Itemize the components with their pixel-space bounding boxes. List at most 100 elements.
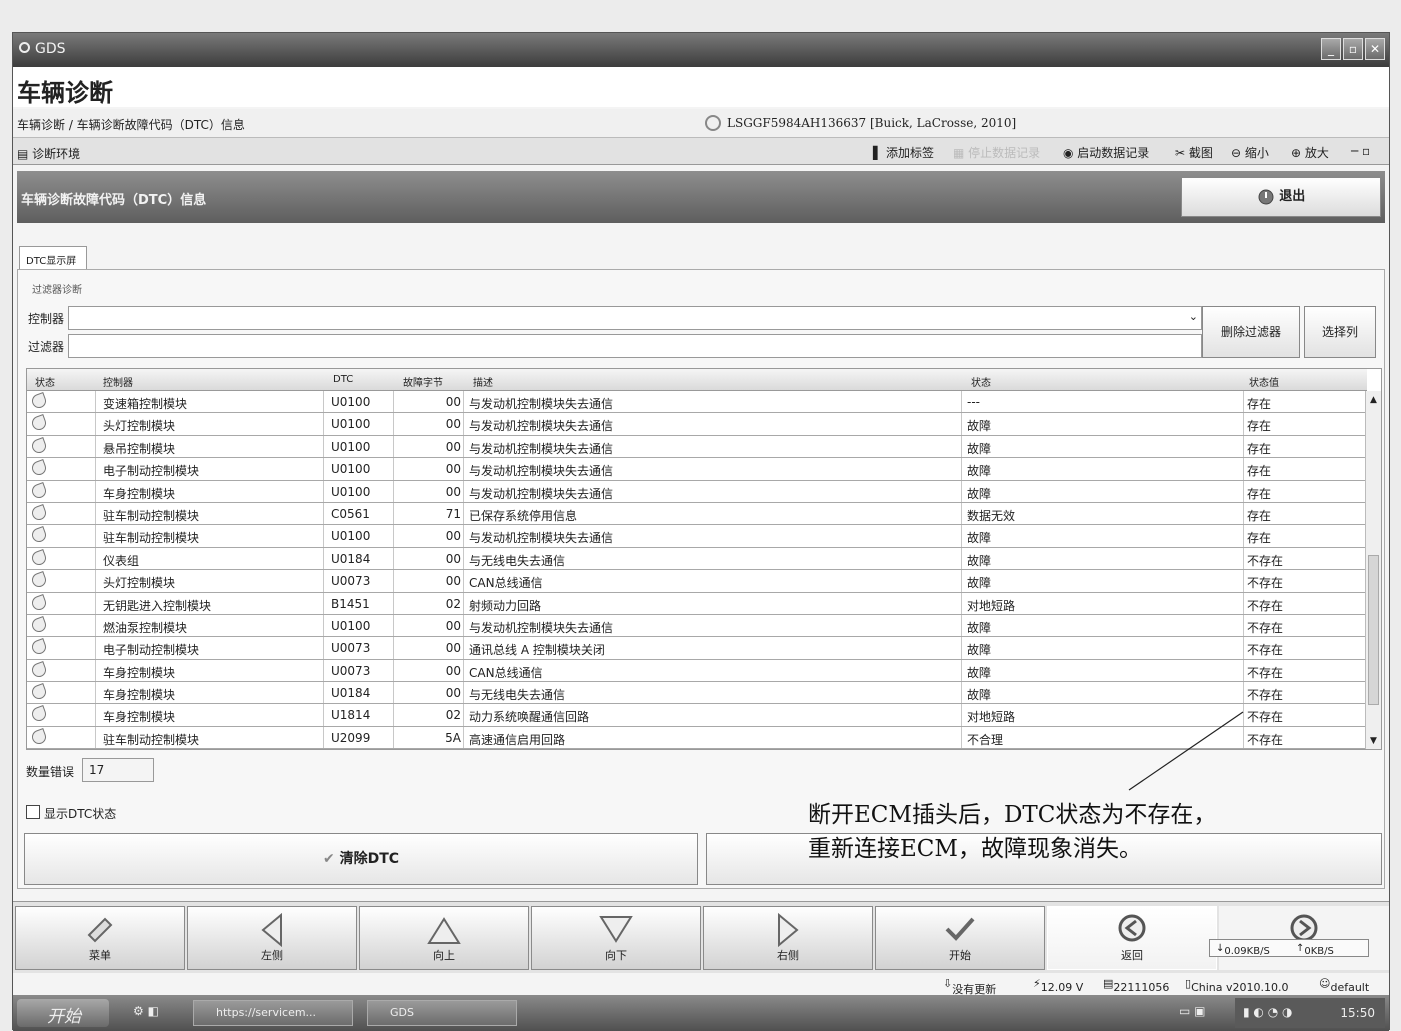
cell-byte: 02	[445, 708, 461, 723]
cell-byte: 00	[445, 551, 461, 566]
table-row[interactable]: 车身控制模块 U0100 00 与发动机控制模块失去通信 故障 存在	[27, 481, 1367, 503]
menu-button[interactable]: 菜单	[15, 906, 185, 970]
close-button[interactable]: ✕	[1365, 38, 1385, 60]
filter-input[interactable]	[68, 334, 1202, 358]
dtc-status-icon	[30, 526, 48, 545]
cell-state: 不存在	[1247, 732, 1284, 747]
tray-icons[interactable]: ▮ ◐ ◔ ◑	[1243, 1005, 1292, 1019]
table-row[interactable]: 电子制动控制模块 U0100 00 与发动机控制模块失去通信 故障 存在	[27, 458, 1367, 481]
stop-record-button[interactable]: ▦ 停止数据记录	[953, 144, 1040, 161]
dtc-status-icon	[30, 436, 48, 455]
screenshot-button[interactable]: ✂ 截图	[1175, 144, 1213, 161]
cell-controller: 驻车制动控制模块	[103, 531, 200, 546]
table-row[interactable]: 无钥匙进入控制模块 B1451 02 射频动力回路 对地短路 不存在	[27, 593, 1367, 615]
down-button[interactable]: 向下	[531, 906, 701, 970]
cell-controller: 车身控制模块	[103, 665, 176, 680]
table-row[interactable]: 燃油泵控制模块 U0100 00 与发动机控制模块失去通信 故障 不存在	[27, 615, 1367, 638]
exit-button[interactable]: 退出	[1181, 177, 1381, 217]
taskbar-gds[interactable]: GDS	[367, 1000, 517, 1026]
table-scrollbar[interactable]: ▲ ▼	[1365, 391, 1381, 749]
tab-dtc-display[interactable]: DTC显示屏	[19, 246, 87, 270]
cell-state: 存在	[1247, 397, 1272, 411]
cell-controller: 燃油泵控制模块	[103, 620, 188, 635]
tab-diagnostic-environment[interactable]: ▤ 诊断环境	[17, 145, 80, 162]
add-tag-button[interactable]: ▌ 添加标签	[873, 144, 934, 161]
zoom-in-button[interactable]: ⊕ 放大	[1291, 144, 1329, 161]
back-button[interactable]: 返回	[1047, 906, 1217, 970]
col-status[interactable]: 状态	[35, 374, 55, 389]
cell-dtc: U0100	[331, 618, 371, 633]
download-speed: ↓ 0.09KB/S	[1216, 943, 1270, 957]
dtc-status-icon	[30, 705, 48, 724]
select-columns-button[interactable]: 选择列	[1304, 306, 1376, 358]
dtc-status-icon	[30, 615, 48, 634]
cell-desc: 与无线电失去通信	[469, 688, 566, 703]
left-button[interactable]: 左侧	[187, 906, 357, 970]
minimize-button[interactable]: _	[1321, 38, 1341, 60]
table-row[interactable]: 驻车制动控制模块 U0100 00 与发动机控制模块失去通信 故障 存在	[27, 525, 1367, 548]
right-button[interactable]: 右侧	[703, 906, 873, 970]
table-row[interactable]: 仪表组 U0184 00 与无线电失去通信 故障 不存在	[27, 548, 1367, 571]
clear-filter-button[interactable]: 删除过滤器	[1202, 306, 1300, 358]
table-row[interactable]: 驻车制动控制模块 C0561 71 已保存系统停用信息 数据无效 存在	[27, 503, 1367, 526]
dtc-table: 状态 控制器 DTC 故障字节 描述 状态 状态值 变速箱控制模块 U0100 00…	[26, 368, 1382, 750]
cell-dtc: U0073	[331, 574, 371, 589]
controller-select[interactable]: ⌄	[68, 306, 1202, 330]
clear-dtc-button[interactable]: ✔ 清除DTC	[24, 833, 698, 885]
count-value: 17	[82, 758, 154, 782]
table-row[interactable]: 车身控制模块 U0073 00 CAN总线通信 故障 不存在	[27, 660, 1367, 683]
version-status: ▯ China v2010.10.0	[1185, 977, 1289, 994]
annotation-text: 断开ECM插头后，DTC状态为不存在， 重新连接ECM，故障现象消失。	[808, 798, 1216, 866]
cell-state: 不存在	[1247, 620, 1284, 635]
col-symptom[interactable]: 状态	[971, 374, 991, 389]
section-header: 车辆诊断故障代码（DTC）信息 退出	[17, 171, 1385, 223]
exit-label: 退出	[1279, 189, 1306, 204]
keyboard-icon[interactable]: ▭ ▣	[1179, 1004, 1206, 1018]
scroll-up-icon[interactable]: ▲	[1366, 395, 1381, 405]
next-button[interactable]	[1219, 906, 1389, 970]
chevron-down-icon[interactable]: ⌄	[1189, 310, 1198, 323]
maximize-button[interactable]: ▫	[1343, 38, 1363, 60]
quicklaunch-icon[interactable]: ⚙ ◧	[133, 1004, 159, 1018]
table-row[interactable]: 车身控制模块 U0184 00 与无线电失去通信 故障 不存在	[27, 682, 1367, 705]
table-row[interactable]: 悬吊控制模块 U0100 00 与发动机控制模块失去通信 故障 存在	[27, 436, 1367, 459]
cell-dtc: U0100	[331, 395, 371, 409]
status-bar: ⇩ 没有更新 ⚡ 12.09 V ▤ 22111056 ▯ China v201…	[13, 973, 1389, 996]
arrow-left-icon	[261, 912, 282, 948]
col-description[interactable]: 描述	[473, 374, 493, 389]
start-record-button[interactable]: ◉ 启动数据记录	[1063, 144, 1149, 161]
col-status-value[interactable]: 状态值	[1249, 374, 1279, 389]
table-row[interactable]: 电子制动控制模块 U0073 00 通讯总线 A 控制模块关闭 故障 不存在	[27, 637, 1367, 660]
dtc-status-icon	[30, 503, 48, 522]
cell-controller: 变速箱控制模块	[103, 397, 188, 411]
up-button[interactable]: 向上	[359, 906, 529, 970]
col-controller[interactable]: 控制器	[103, 374, 133, 389]
voltage-value: 12.09 V	[1040, 981, 1084, 994]
table-row[interactable]: 头灯控制模块 U0100 00 与发动机控制模块失去通信 故障 存在	[27, 413, 1367, 436]
breadcrumb-path[interactable]: 车辆诊断 / 车辆诊断故障代码（DTC）信息	[17, 116, 245, 133]
show-dtc-status-checkbox[interactable]	[26, 805, 40, 819]
show-dtc-status-label: 显示DTC状态	[44, 807, 117, 821]
cell-state: 存在	[1247, 486, 1272, 501]
add-tag-label: 添加标签	[886, 146, 935, 160]
panel-restore-icon[interactable]: ─ ▫	[1351, 144, 1370, 158]
cell-state: 存在	[1247, 531, 1272, 546]
zoom-out-label: 缩小	[1244, 146, 1269, 160]
cell-desc: 通讯总线 A 控制模块关闭	[469, 643, 605, 658]
windows-start-button[interactable]: 开始	[17, 999, 109, 1027]
scroll-down-icon[interactable]: ▼	[1366, 736, 1381, 746]
start-button[interactable]: 开始	[875, 906, 1045, 970]
col-fault-byte[interactable]: 故障字节	[403, 374, 443, 389]
col-dtc[interactable]: DTC	[333, 374, 353, 385]
dtc-status-icon	[30, 571, 48, 590]
down-label: 向下	[605, 949, 627, 962]
zoom-out-button[interactable]: ⊖ 缩小	[1231, 144, 1269, 161]
cell-symptom: ---	[967, 395, 980, 409]
environment-bar: ▤ 诊断环境 ▌ 添加标签 ▦ 停止数据记录 ◉ 启动数据记录 ✂ 截图 ⊖ 缩…	[13, 137, 1389, 165]
taskbar-browser[interactable]: https://servicem...	[193, 1000, 353, 1026]
table-row[interactable]: 头灯控制模块 U0073 00 CAN总线通信 故障 不存在	[27, 570, 1367, 593]
table-row[interactable]: 变速箱控制模块 U0100 00 与发动机控制模块失去通信 --- 存在	[27, 391, 1367, 414]
cell-controller: 车身控制模块	[103, 710, 176, 725]
cell-symptom: 故障	[967, 486, 992, 501]
scroll-thumb[interactable]	[1368, 555, 1379, 705]
